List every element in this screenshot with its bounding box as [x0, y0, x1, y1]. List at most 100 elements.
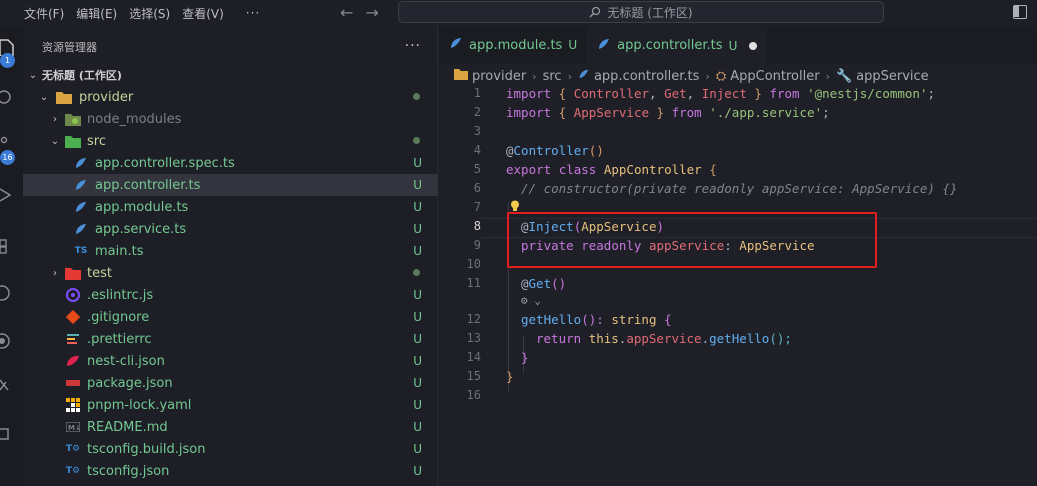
- chevron-right-icon: ›: [825, 69, 830, 83]
- line-number: 12: [466, 312, 481, 326]
- tree-item-pnpm-lock[interactable]: pnpm-lock.yaml U: [23, 394, 438, 416]
- chevron-right-icon: ›: [705, 69, 710, 83]
- command-center[interactable]: 无标题 (工作区): [398, 1, 884, 23]
- tab-app-module[interactable]: app.module.ts U: [439, 26, 587, 64]
- untracked-status: U: [413, 244, 422, 258]
- breadcrumb-item[interactable]: app.controller.ts: [594, 69, 699, 84]
- folder-open-icon: [56, 89, 72, 105]
- breadcrumb-item[interactable]: provider: [472, 69, 526, 84]
- menu-view[interactable]: 查看(V): [176, 5, 230, 22]
- nest-file-icon: [73, 199, 89, 215]
- more-actions-icon[interactable]: ···: [405, 38, 421, 54]
- tree-item-test[interactable]: › test: [23, 262, 438, 284]
- nest-file-icon: [73, 155, 89, 171]
- breadcrumb: provider › src › app.controller.ts › ⛭ A…: [454, 66, 929, 86]
- tree-item-prettierrc[interactable]: .prettierrc U: [23, 328, 438, 350]
- tree-item-gitignore[interactable]: .gitignore U: [23, 306, 438, 328]
- unsaved-dot-icon[interactable]: [749, 41, 758, 50]
- chevron-down-icon: ⌄: [39, 91, 49, 103]
- toggle-sidebar-icon[interactable]: [1013, 5, 1027, 19]
- tool-icon[interactable]: [0, 372, 23, 398]
- chevron-right-icon: ›: [567, 69, 572, 83]
- highlight-box: [507, 212, 877, 268]
- folder-icon: [454, 68, 468, 84]
- scm-badge: 16: [0, 150, 15, 165]
- breadcrumb-item[interactable]: appService: [856, 69, 929, 84]
- menu-file[interactable]: 文件(F): [18, 5, 70, 22]
- tree-item-src[interactable]: ⌄ src: [23, 130, 438, 152]
- activity-bar: 1 16: [0, 26, 23, 486]
- codelens-icon[interactable]: ⚙ ⌄: [521, 294, 541, 307]
- tree-item-app-module[interactable]: app.module.ts U: [23, 196, 438, 218]
- tree-item-tsconfig-build[interactable]: T⚙ tsconfig.build.json U: [23, 438, 438, 460]
- folder-src-icon: [65, 133, 81, 149]
- line-number: 6: [473, 181, 481, 195]
- untracked-status: U: [413, 464, 422, 478]
- line-number: 15: [466, 369, 481, 383]
- forward-arrow-icon[interactable]: →: [365, 3, 378, 22]
- nest-file-icon: [449, 36, 463, 54]
- class-symbol-icon: ⛭: [715, 68, 727, 84]
- tree-item-eslintrc[interactable]: .eslintrc.js U: [23, 284, 438, 306]
- menu-bar: 文件(F) 编辑(E) 选择(S) 查看(V) ···: [18, 5, 266, 22]
- tab-app-controller[interactable]: app.controller.ts U: [587, 26, 768, 64]
- untracked-status: U: [413, 200, 422, 214]
- command-center-text: 无标题 (工作区): [607, 5, 693, 20]
- tree-item-package-json[interactable]: package.json U: [23, 372, 438, 394]
- nest-cli-icon: [65, 353, 81, 369]
- nest-file-icon: [578, 68, 590, 84]
- npm-icon: [65, 375, 81, 391]
- chat-icon[interactable]: [0, 422, 23, 448]
- nav-buttons: ← →: [340, 3, 379, 22]
- search-icon[interactable]: [0, 84, 23, 110]
- tree-item-app-controller-spec[interactable]: app.controller.spec.ts U: [23, 152, 438, 174]
- code-line: }: [521, 350, 529, 365]
- tree-item-app-service[interactable]: app.service.ts U: [23, 218, 438, 240]
- tree-item-tsconfig[interactable]: T⚙ tsconfig.json U: [23, 460, 438, 482]
- run-debug-icon[interactable]: [0, 182, 23, 208]
- explorer-sidebar: 资源管理器 ··· ⌄ 无标题 (工作区) ⌄ provider › node_…: [23, 26, 438, 486]
- folder-test-icon: [65, 265, 81, 281]
- back-arrow-icon[interactable]: ←: [340, 3, 353, 22]
- line-number: 11: [466, 276, 481, 290]
- line-number: 7: [473, 200, 481, 214]
- testing-icon[interactable]: [0, 328, 23, 354]
- workspace-title: 无标题 (工作区): [42, 69, 122, 82]
- workspace-row[interactable]: ⌄ 无标题 (工作区): [23, 64, 438, 86]
- breadcrumb-item[interactable]: src: [543, 69, 562, 84]
- untracked-status: U: [413, 376, 422, 390]
- extensions-icon[interactable]: [0, 232, 23, 258]
- untracked-status: U: [413, 310, 422, 324]
- breadcrumb-item[interactable]: AppController: [730, 69, 819, 84]
- menu-edit[interactable]: 编辑(E): [70, 5, 123, 22]
- untracked-status: U: [413, 178, 422, 192]
- untracked-status: U: [413, 156, 422, 170]
- menu-selection[interactable]: 选择(S): [123, 5, 176, 22]
- line-number: 14: [466, 350, 481, 364]
- tree-item-node-modules[interactable]: › node_modules: [23, 108, 438, 130]
- lightbulb-icon[interactable]: [510, 200, 520, 212]
- line-number: 8: [473, 219, 481, 233]
- line-number: 2: [473, 105, 481, 119]
- title-bar: 文件(F) 编辑(E) 选择(S) 查看(V) ··· ← → 无标题 (工作区…: [0, 0, 1037, 26]
- untracked-status: U: [413, 420, 422, 434]
- pnpm-icon: [65, 397, 81, 413]
- status-dot: [413, 137, 420, 144]
- code-comment: // constructor(private readonly appServi…: [521, 181, 958, 196]
- menu-more[interactable]: ···: [240, 6, 266, 20]
- tree-item-main[interactable]: TS main.ts U: [23, 240, 438, 262]
- nest-file-icon: [597, 37, 611, 55]
- tree-item-readme[interactable]: M↓ README.md U: [23, 416, 438, 438]
- editor-area: app.module.ts U app.controller.ts U prov…: [439, 26, 1037, 486]
- nest-file-icon: [73, 177, 89, 193]
- git-icon: [65, 309, 81, 325]
- typescript-file-icon: TS: [74, 246, 88, 256]
- editor-tabs: app.module.ts U app.controller.ts U: [439, 26, 1037, 64]
- tree-item-nest-cli[interactable]: nest-cli.json U: [23, 350, 438, 372]
- remote-explorer-icon[interactable]: [0, 280, 23, 306]
- tree-item-provider[interactable]: ⌄ provider: [23, 86, 438, 108]
- code-line: import { Controller, Get, Inject } from …: [506, 86, 936, 101]
- tree-item-app-controller[interactable]: app.controller.ts U: [23, 174, 438, 196]
- svg-text:M↓: M↓: [68, 424, 80, 432]
- folder-node-icon: [65, 111, 81, 127]
